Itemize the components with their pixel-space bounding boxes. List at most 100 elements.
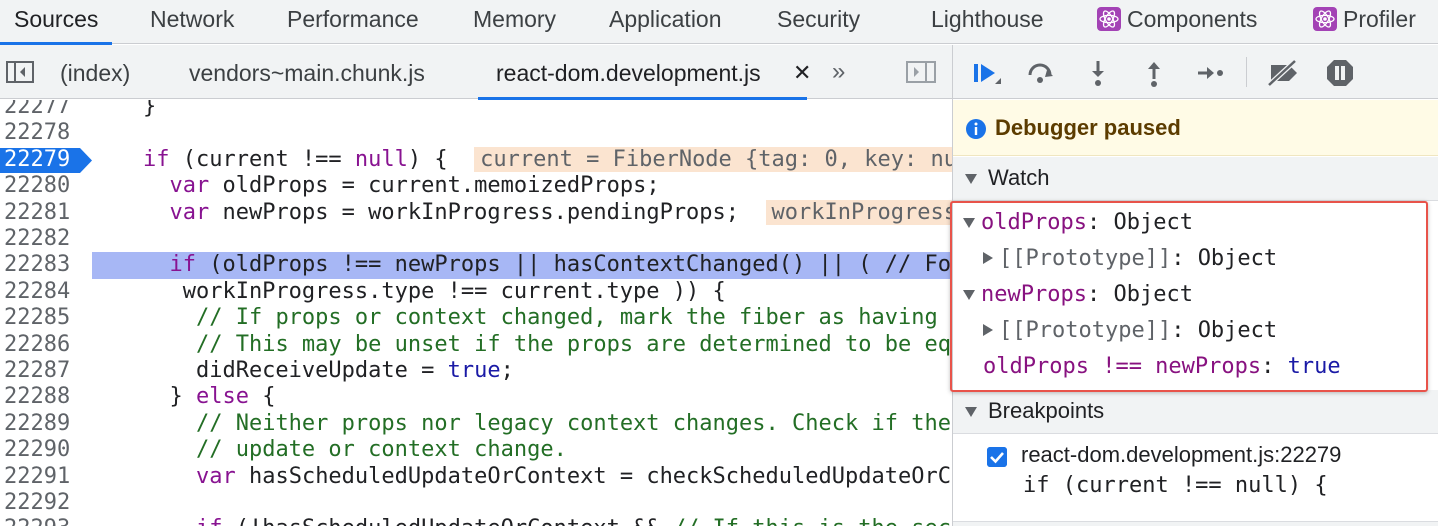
code-line[interactable]: 22287 didReceiveUpdate = true; xyxy=(0,358,952,384)
debugger-paused-banner: Debugger paused xyxy=(953,100,1438,156)
tab-network[interactable]: Network xyxy=(150,0,234,44)
line-number-text: 22279 xyxy=(4,146,71,172)
pause-on-exceptions-icon[interactable] xyxy=(1325,58,1355,88)
line-number[interactable]: 22284 xyxy=(0,279,90,305)
line-number[interactable]: 22290 xyxy=(0,437,90,463)
step-out-icon[interactable] xyxy=(1139,58,1169,88)
line-number[interactable]: 22286 xyxy=(0,332,90,358)
watch-item-oldprops[interactable]: oldProps: Object xyxy=(963,205,1193,241)
code-line[interactable]: 22281 var newProps = workInProgress.pend… xyxy=(0,199,952,226)
line-number[interactable]: 22279 xyxy=(0,146,92,173)
expand-triangle-down-icon[interactable] xyxy=(963,290,975,300)
code-line[interactable]: 22291 var hasScheduledUpdateOrContext = … xyxy=(0,464,952,490)
code-line[interactable]: 22282 xyxy=(0,226,952,252)
line-number[interactable]: 22293 xyxy=(0,516,90,526)
tab-profiler[interactable]: Profiler xyxy=(1313,0,1416,44)
watch-item-prototype[interactable]: [[Prototype]]: Object xyxy=(983,313,1277,349)
watch-item-comparison[interactable]: oldProps !== newProps: true xyxy=(983,349,1341,385)
code-editor[interactable]: 22277 } 22278 22279 if (current !== null) … xyxy=(0,100,952,526)
watch-value: Object xyxy=(1197,246,1278,271)
code-token: else xyxy=(195,384,249,410)
breakpoint-item[interactable]: react-dom.development.js:22279 if (curre… xyxy=(953,435,1438,526)
code-token: } xyxy=(90,384,196,410)
watch-section-header[interactable]: Watch xyxy=(953,157,1438,201)
line-number[interactable]: 22283 xyxy=(0,252,90,278)
tab-sources[interactable]: Sources xyxy=(0,0,113,45)
step-into-icon[interactable] xyxy=(1083,58,1113,88)
line-number[interactable]: 22281 xyxy=(0,200,90,226)
code-text: // If props or context changed, mark the… xyxy=(90,305,952,331)
watch-item-newprops[interactable]: newProps: Object xyxy=(963,277,1193,313)
more-tabs-icon[interactable]: » xyxy=(832,45,845,99)
line-number[interactable]: 22278 xyxy=(0,120,90,146)
line-number[interactable]: 22287 xyxy=(0,358,90,384)
code-token: } xyxy=(90,100,157,119)
deactivate-breakpoints-icon[interactable] xyxy=(1265,58,1301,88)
tab-application[interactable]: Application xyxy=(609,0,722,44)
watch-list: oldProps: Object [[Prototype]]: Object n… xyxy=(953,201,1438,399)
tab-security[interactable]: Security xyxy=(777,0,860,44)
code-line[interactable]: 22279 if (current !== null) { current = … xyxy=(0,146,952,173)
step-icon[interactable] xyxy=(1195,58,1225,88)
line-number-text: 22277 xyxy=(4,100,71,119)
code-line[interactable]: 22288 } else { xyxy=(0,384,952,410)
line-number[interactable]: 22292 xyxy=(0,490,90,516)
line-number[interactable]: 22282 xyxy=(0,226,90,252)
watch-separator: : xyxy=(1086,210,1114,235)
breakpoint-checkbox[interactable] xyxy=(987,447,1007,467)
code-token: (oldProps !== newProps || hasContextChan… xyxy=(209,252,952,278)
editor-tab-bar: (index) vendors~main.chunk.js react-dom.… xyxy=(0,45,952,101)
code-line[interactable]: 22286 // This may be unset if the props … xyxy=(0,332,952,358)
tab-lighthouse[interactable]: Lighthouse xyxy=(931,0,1044,44)
watch-value: true xyxy=(1287,354,1341,379)
code-line[interactable]: 22284 workInProgress.type !== current.ty… xyxy=(0,279,952,305)
breakpoints-section-header[interactable]: Breakpoints xyxy=(953,390,1438,434)
close-tab-icon[interactable]: ✕ xyxy=(793,45,811,101)
line-number-text: 22282 xyxy=(4,226,71,251)
react-icon xyxy=(1313,7,1337,31)
debugger-sidebar: Debugger paused Watch oldProps: Object [… xyxy=(953,45,1438,526)
code-token: // update or context change. xyxy=(195,437,567,463)
line-number[interactable]: 22291 xyxy=(0,464,90,490)
file-tab-index[interactable]: (index) xyxy=(60,45,130,99)
devtools-panel-tabs: Sources Network Performance Memory Appli… xyxy=(0,0,1438,45)
code-line[interactable]: 22289 // Neither props nor legacy contex… xyxy=(0,411,952,437)
line-number[interactable]: 22285 xyxy=(0,305,90,331)
code-text: // update or context change. xyxy=(90,437,567,463)
watch-item-prototype[interactable]: [[Prototype]]: Object xyxy=(983,241,1277,277)
tab-label: Memory xyxy=(473,6,557,32)
toggle-navigator-icon[interactable] xyxy=(6,61,34,83)
toolbar-separator xyxy=(1246,57,1247,87)
code-line[interactable]: 22293 if (!hasScheduledUpdateOrContext &… xyxy=(0,516,952,526)
watch-expression: oldProps xyxy=(981,210,1087,235)
tab-components[interactable]: Components xyxy=(1097,0,1257,44)
tab-performance[interactable]: Performance xyxy=(287,0,419,44)
line-number[interactable]: 22280 xyxy=(0,173,90,199)
expand-triangle-right-icon[interactable] xyxy=(983,252,993,264)
collapse-triangle-icon xyxy=(965,407,977,417)
line-number[interactable]: 22277 xyxy=(0,100,90,120)
line-number-text: 22292 xyxy=(4,490,71,515)
expand-triangle-right-icon[interactable] xyxy=(983,324,993,336)
file-tab-react-dom[interactable]: react-dom.development.js xyxy=(478,45,807,100)
code-line[interactable]: 22292 xyxy=(0,490,952,516)
code-line[interactable]: 22277 } xyxy=(0,100,952,120)
code-line[interactable]: 22290 // update or context change. xyxy=(0,437,952,463)
step-over-icon[interactable] xyxy=(1025,58,1055,88)
code-line[interactable]: 22283 if (oldProps !== newProps || hasCo… xyxy=(0,252,952,279)
line-number[interactable]: 22288 xyxy=(0,384,90,410)
file-tab-vendors[interactable]: vendors~main.chunk.js xyxy=(189,45,425,99)
code-line[interactable]: 22278 xyxy=(0,120,952,146)
line-number-text: 22285 xyxy=(4,305,71,331)
toggle-debugger-icon[interactable] xyxy=(906,61,936,83)
expand-triangle-down-icon[interactable] xyxy=(963,218,975,228)
code-line[interactable]: 22285 // If props or context changed, ma… xyxy=(0,305,952,331)
code-line[interactable]: 22280 var oldProps = current.memoizedPro… xyxy=(0,173,952,199)
code-text: didReceiveUpdate = true; xyxy=(90,358,514,384)
resume-icon[interactable] xyxy=(971,58,1001,88)
tab-memory[interactable]: Memory xyxy=(473,0,556,44)
line-number[interactable]: 22289 xyxy=(0,411,90,437)
